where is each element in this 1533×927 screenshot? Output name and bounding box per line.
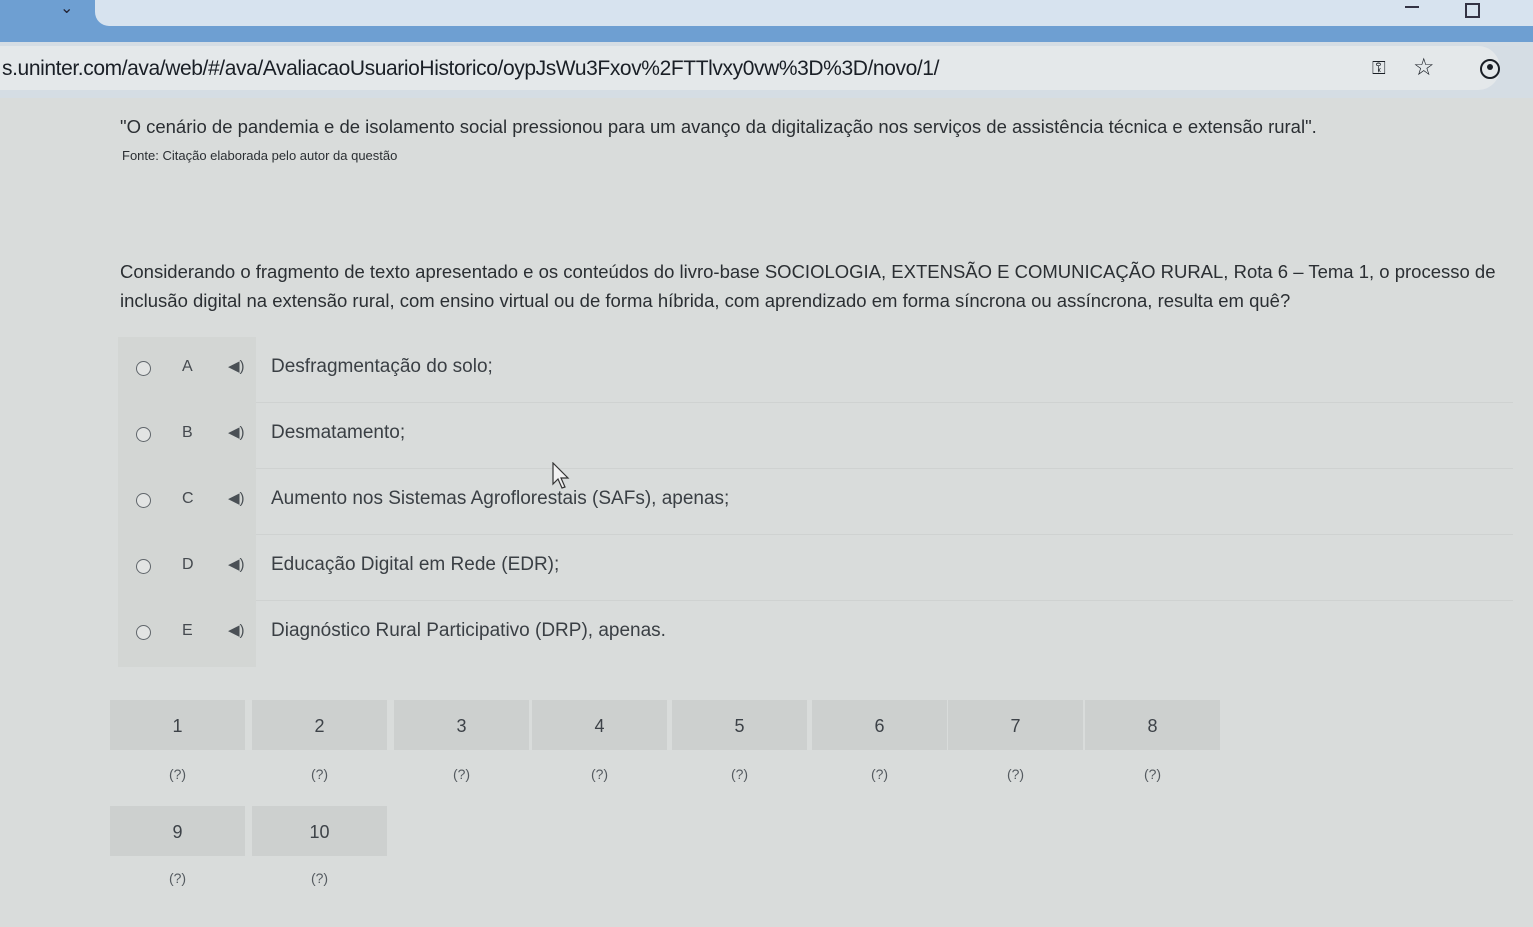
option-d[interactable]: D ◀) Educação Digital em Rede (EDR); <box>118 535 1513 601</box>
active-tab[interactable] <box>95 0 1533 26</box>
option-a[interactable]: A ◀) Desfragmentação do solo; <box>118 337 1513 403</box>
option-c[interactable]: C ◀) Aumento nos Sistemas Agroflorestais… <box>118 469 1513 535</box>
nav-number: 9 <box>172 822 183 842</box>
option-text[interactable]: Desmatamento; <box>271 422 405 444</box>
nav-status: (?) <box>310 870 329 886</box>
nav-number: 5 <box>734 716 745 736</box>
nav-status: (?) <box>1006 766 1025 782</box>
radio-button[interactable] <box>136 493 151 508</box>
bookmark-star-icon[interactable]: ☆ <box>1413 53 1435 82</box>
option-letter: B <box>182 424 193 441</box>
tab-strip: ⌄ <box>0 0 1533 42</box>
nav-number: 8 <box>1147 716 1158 736</box>
minimize-icon[interactable] <box>1405 6 1419 8</box>
speaker-icon[interactable]: ◀) <box>228 357 245 375</box>
nav-question-6[interactable]: 6 <box>812 700 947 750</box>
speaker-icon[interactable]: ◀) <box>228 555 245 573</box>
option-letter: C <box>182 490 194 507</box>
radio-button[interactable] <box>136 625 151 640</box>
nav-status: (?) <box>168 766 187 782</box>
nav-status: (?) <box>1143 766 1162 782</box>
speaker-icon[interactable]: ◀) <box>228 489 245 507</box>
nav-question-3[interactable]: 3 <box>394 700 529 750</box>
maximize-icon[interactable] <box>1465 3 1480 18</box>
nav-number: 7 <box>1010 716 1021 736</box>
mouse-cursor-icon <box>552 462 570 489</box>
nav-question-7[interactable]: 7 <box>948 700 1083 750</box>
radio-button[interactable] <box>136 559 151 574</box>
option-text[interactable]: Educação Digital em Rede (EDR); <box>271 554 559 576</box>
answer-options: A ◀) Desfragmentação do solo; B ◀) Desma… <box>118 337 1513 667</box>
radio-button[interactable] <box>136 427 151 442</box>
nav-question-2[interactable]: 2 <box>252 700 387 750</box>
option-text[interactable]: Aumento nos Sistemas Agroflorestais (SAF… <box>271 488 729 510</box>
nav-question-5[interactable]: 5 <box>672 700 807 750</box>
tab-search-chevron-icon[interactable]: ⌄ <box>60 0 73 18</box>
option-b[interactable]: B ◀) Desmatamento; <box>118 403 1513 469</box>
option-letter: A <box>182 358 193 375</box>
question-quote: "O cenário de pandemia e de isolamento s… <box>120 116 1317 137</box>
nav-status: (?) <box>168 870 187 886</box>
nav-question-1[interactable]: 1 <box>110 700 245 750</box>
nav-status: (?) <box>590 766 609 782</box>
question-source: Fonte: Citação elaborada pelo autor da q… <box>122 148 398 163</box>
nav-number: 1 <box>172 716 183 736</box>
key-icon[interactable]: ⚿ <box>1372 58 1386 79</box>
nav-number: 4 <box>594 716 605 736</box>
option-text[interactable]: Diagnóstico Rural Participativo (DRP), a… <box>271 620 666 642</box>
nav-question-4[interactable]: 4 <box>532 700 667 750</box>
speaker-icon[interactable]: ◀) <box>228 423 245 441</box>
option-e[interactable]: E ◀) Diagnóstico Rural Participativo (DR… <box>118 601 1513 667</box>
nav-question-10[interactable]: 10 <box>252 806 387 856</box>
nav-number: 10 <box>309 822 330 842</box>
nav-status: (?) <box>452 766 471 782</box>
radio-button[interactable] <box>136 361 151 376</box>
nav-question-8[interactable]: 8 <box>1085 700 1220 750</box>
nav-number: 3 <box>456 716 467 736</box>
profile-icon[interactable] <box>1480 59 1500 79</box>
option-letter: D <box>182 556 194 573</box>
nav-question-9[interactable]: 9 <box>110 806 245 856</box>
url-text[interactable]: s.uninter.com/ava/web/#/ava/AvaliacaoUsu… <box>2 57 939 81</box>
option-text[interactable]: Desfragmentação do solo; <box>271 356 493 378</box>
nav-status: (?) <box>870 766 889 782</box>
nav-status: (?) <box>310 766 329 782</box>
nav-number: 6 <box>874 716 885 736</box>
nav-number: 2 <box>314 716 325 736</box>
speaker-icon[interactable]: ◀) <box>228 621 245 639</box>
option-letter: E <box>182 622 193 639</box>
nav-status: (?) <box>730 766 749 782</box>
question-prompt: Considerando o fragmento de texto aprese… <box>120 261 1496 311</box>
